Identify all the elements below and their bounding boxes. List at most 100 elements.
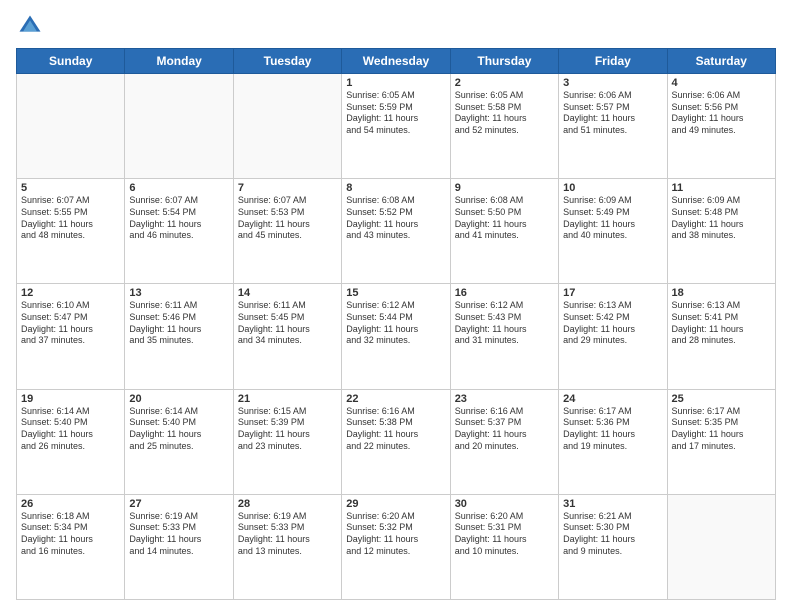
calendar-header-row: SundayMondayTuesdayWednesdayThursdayFrid… xyxy=(17,49,776,74)
day-info: Sunrise: 6:17 AM Sunset: 5:36 PM Dayligh… xyxy=(563,406,662,453)
calendar-week-1: 1Sunrise: 6:05 AM Sunset: 5:59 PM Daylig… xyxy=(17,74,776,179)
day-number: 3 xyxy=(563,77,662,89)
day-info: Sunrise: 6:08 AM Sunset: 5:50 PM Dayligh… xyxy=(455,195,554,242)
day-number: 23 xyxy=(455,393,554,405)
calendar-cell: 12Sunrise: 6:10 AM Sunset: 5:47 PM Dayli… xyxy=(17,284,125,389)
calendar-cell: 30Sunrise: 6:20 AM Sunset: 5:31 PM Dayli… xyxy=(450,494,558,599)
day-number: 25 xyxy=(672,393,771,405)
day-info: Sunrise: 6:05 AM Sunset: 5:58 PM Dayligh… xyxy=(455,90,554,137)
day-info: Sunrise: 6:13 AM Sunset: 5:42 PM Dayligh… xyxy=(563,300,662,347)
calendar-cell: 18Sunrise: 6:13 AM Sunset: 5:41 PM Dayli… xyxy=(667,284,775,389)
calendar-cell xyxy=(17,74,125,179)
day-number: 20 xyxy=(129,393,228,405)
day-info: Sunrise: 6:15 AM Sunset: 5:39 PM Dayligh… xyxy=(238,406,337,453)
calendar-cell: 21Sunrise: 6:15 AM Sunset: 5:39 PM Dayli… xyxy=(233,389,341,494)
day-info: Sunrise: 6:11 AM Sunset: 5:45 PM Dayligh… xyxy=(238,300,337,347)
calendar-cell: 28Sunrise: 6:19 AM Sunset: 5:33 PM Dayli… xyxy=(233,494,341,599)
calendar-cell: 7Sunrise: 6:07 AM Sunset: 5:53 PM Daylig… xyxy=(233,179,341,284)
calendar-cell: 26Sunrise: 6:18 AM Sunset: 5:34 PM Dayli… xyxy=(17,494,125,599)
calendar-cell: 1Sunrise: 6:05 AM Sunset: 5:59 PM Daylig… xyxy=(342,74,450,179)
day-info: Sunrise: 6:20 AM Sunset: 5:32 PM Dayligh… xyxy=(346,511,445,558)
day-header-saturday: Saturday xyxy=(667,49,775,74)
day-number: 7 xyxy=(238,182,337,194)
calendar-cell: 10Sunrise: 6:09 AM Sunset: 5:49 PM Dayli… xyxy=(559,179,667,284)
logo xyxy=(16,12,48,40)
day-number: 22 xyxy=(346,393,445,405)
day-info: Sunrise: 6:07 AM Sunset: 5:55 PM Dayligh… xyxy=(21,195,120,242)
day-number: 26 xyxy=(21,498,120,510)
calendar-cell: 19Sunrise: 6:14 AM Sunset: 5:40 PM Dayli… xyxy=(17,389,125,494)
day-number: 17 xyxy=(563,287,662,299)
calendar-cell: 15Sunrise: 6:12 AM Sunset: 5:44 PM Dayli… xyxy=(342,284,450,389)
calendar-cell: 27Sunrise: 6:19 AM Sunset: 5:33 PM Dayli… xyxy=(125,494,233,599)
calendar-cell: 22Sunrise: 6:16 AM Sunset: 5:38 PM Dayli… xyxy=(342,389,450,494)
day-number: 13 xyxy=(129,287,228,299)
calendar-cell: 6Sunrise: 6:07 AM Sunset: 5:54 PM Daylig… xyxy=(125,179,233,284)
day-info: Sunrise: 6:17 AM Sunset: 5:35 PM Dayligh… xyxy=(672,406,771,453)
calendar-cell: 24Sunrise: 6:17 AM Sunset: 5:36 PM Dayli… xyxy=(559,389,667,494)
day-info: Sunrise: 6:13 AM Sunset: 5:41 PM Dayligh… xyxy=(672,300,771,347)
day-number: 8 xyxy=(346,182,445,194)
calendar-cell: 8Sunrise: 6:08 AM Sunset: 5:52 PM Daylig… xyxy=(342,179,450,284)
day-info: Sunrise: 6:07 AM Sunset: 5:53 PM Dayligh… xyxy=(238,195,337,242)
header xyxy=(16,12,776,40)
page: SundayMondayTuesdayWednesdayThursdayFrid… xyxy=(0,0,792,612)
calendar-cell xyxy=(667,494,775,599)
day-header-sunday: Sunday xyxy=(17,49,125,74)
day-number: 15 xyxy=(346,287,445,299)
calendar-cell: 4Sunrise: 6:06 AM Sunset: 5:56 PM Daylig… xyxy=(667,74,775,179)
day-number: 29 xyxy=(346,498,445,510)
day-number: 24 xyxy=(563,393,662,405)
logo-icon xyxy=(16,12,44,40)
calendar-cell: 31Sunrise: 6:21 AM Sunset: 5:30 PM Dayli… xyxy=(559,494,667,599)
calendar-cell xyxy=(125,74,233,179)
day-number: 5 xyxy=(21,182,120,194)
day-number: 9 xyxy=(455,182,554,194)
calendar-cell xyxy=(233,74,341,179)
day-number: 12 xyxy=(21,287,120,299)
calendar-cell: 16Sunrise: 6:12 AM Sunset: 5:43 PM Dayli… xyxy=(450,284,558,389)
day-number: 6 xyxy=(129,182,228,194)
day-number: 11 xyxy=(672,182,771,194)
day-number: 2 xyxy=(455,77,554,89)
day-info: Sunrise: 6:09 AM Sunset: 5:48 PM Dayligh… xyxy=(672,195,771,242)
calendar-week-5: 26Sunrise: 6:18 AM Sunset: 5:34 PM Dayli… xyxy=(17,494,776,599)
day-number: 19 xyxy=(21,393,120,405)
day-number: 28 xyxy=(238,498,337,510)
calendar-cell: 14Sunrise: 6:11 AM Sunset: 5:45 PM Dayli… xyxy=(233,284,341,389)
day-info: Sunrise: 6:19 AM Sunset: 5:33 PM Dayligh… xyxy=(238,511,337,558)
day-header-friday: Friday xyxy=(559,49,667,74)
day-number: 1 xyxy=(346,77,445,89)
calendar-cell: 29Sunrise: 6:20 AM Sunset: 5:32 PM Dayli… xyxy=(342,494,450,599)
calendar-week-4: 19Sunrise: 6:14 AM Sunset: 5:40 PM Dayli… xyxy=(17,389,776,494)
day-info: Sunrise: 6:20 AM Sunset: 5:31 PM Dayligh… xyxy=(455,511,554,558)
day-info: Sunrise: 6:14 AM Sunset: 5:40 PM Dayligh… xyxy=(129,406,228,453)
day-info: Sunrise: 6:16 AM Sunset: 5:37 PM Dayligh… xyxy=(455,406,554,453)
day-info: Sunrise: 6:05 AM Sunset: 5:59 PM Dayligh… xyxy=(346,90,445,137)
day-info: Sunrise: 6:12 AM Sunset: 5:44 PM Dayligh… xyxy=(346,300,445,347)
day-header-thursday: Thursday xyxy=(450,49,558,74)
day-number: 16 xyxy=(455,287,554,299)
day-number: 31 xyxy=(563,498,662,510)
calendar-cell: 5Sunrise: 6:07 AM Sunset: 5:55 PM Daylig… xyxy=(17,179,125,284)
day-info: Sunrise: 6:18 AM Sunset: 5:34 PM Dayligh… xyxy=(21,511,120,558)
calendar-cell: 25Sunrise: 6:17 AM Sunset: 5:35 PM Dayli… xyxy=(667,389,775,494)
day-number: 14 xyxy=(238,287,337,299)
day-info: Sunrise: 6:12 AM Sunset: 5:43 PM Dayligh… xyxy=(455,300,554,347)
calendar-week-3: 12Sunrise: 6:10 AM Sunset: 5:47 PM Dayli… xyxy=(17,284,776,389)
day-number: 4 xyxy=(672,77,771,89)
day-header-wednesday: Wednesday xyxy=(342,49,450,74)
day-number: 18 xyxy=(672,287,771,299)
calendar-cell: 2Sunrise: 6:05 AM Sunset: 5:58 PM Daylig… xyxy=(450,74,558,179)
day-info: Sunrise: 6:10 AM Sunset: 5:47 PM Dayligh… xyxy=(21,300,120,347)
day-info: Sunrise: 6:09 AM Sunset: 5:49 PM Dayligh… xyxy=(563,195,662,242)
day-header-tuesday: Tuesday xyxy=(233,49,341,74)
day-info: Sunrise: 6:06 AM Sunset: 5:57 PM Dayligh… xyxy=(563,90,662,137)
calendar-cell: 11Sunrise: 6:09 AM Sunset: 5:48 PM Dayli… xyxy=(667,179,775,284)
day-info: Sunrise: 6:16 AM Sunset: 5:38 PM Dayligh… xyxy=(346,406,445,453)
calendar-cell: 9Sunrise: 6:08 AM Sunset: 5:50 PM Daylig… xyxy=(450,179,558,284)
calendar-week-2: 5Sunrise: 6:07 AM Sunset: 5:55 PM Daylig… xyxy=(17,179,776,284)
day-info: Sunrise: 6:07 AM Sunset: 5:54 PM Dayligh… xyxy=(129,195,228,242)
calendar-cell: 17Sunrise: 6:13 AM Sunset: 5:42 PM Dayli… xyxy=(559,284,667,389)
day-info: Sunrise: 6:14 AM Sunset: 5:40 PM Dayligh… xyxy=(21,406,120,453)
